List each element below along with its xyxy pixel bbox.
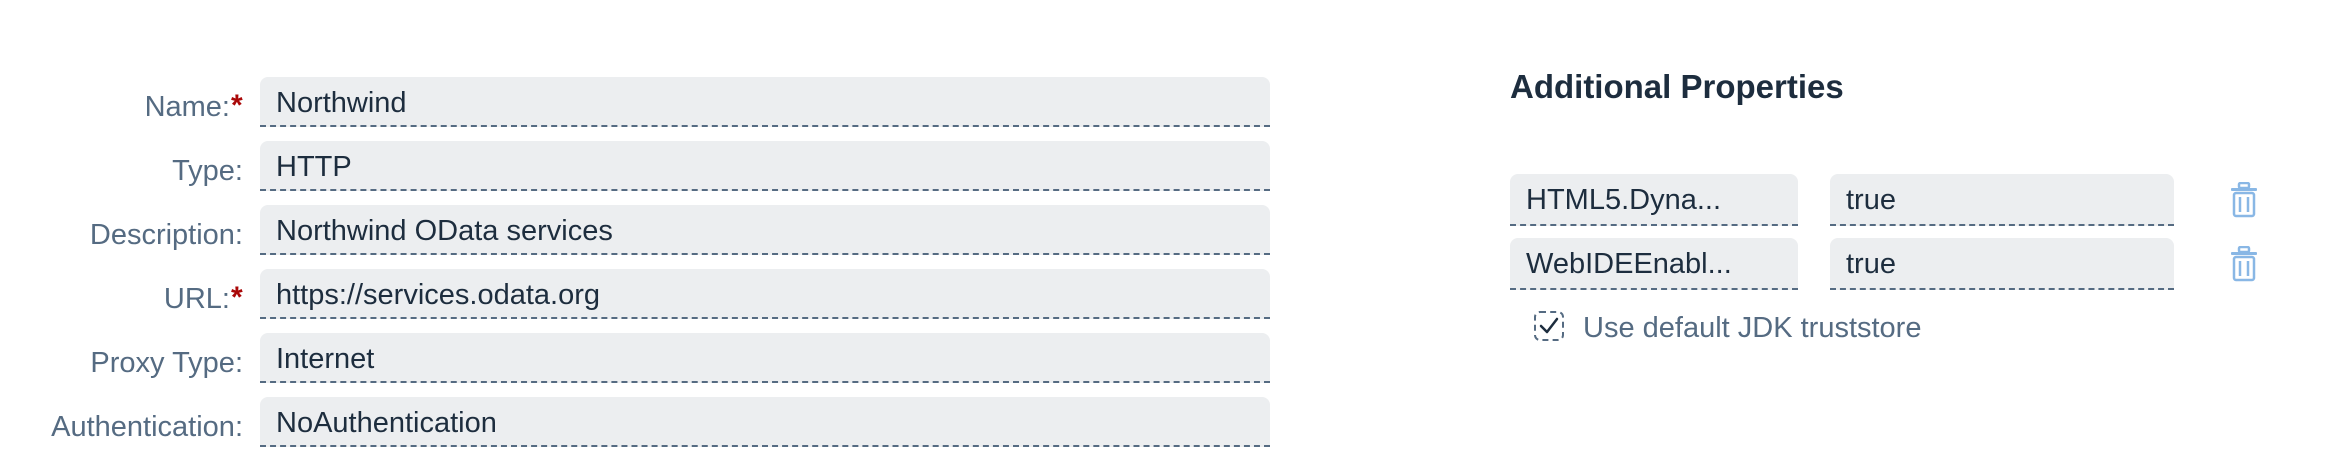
name-label: Name:	[144, 91, 230, 123]
required-marker: *	[231, 89, 243, 122]
proxy-type-select[interactable]: Internet	[260, 333, 1270, 383]
description-label: Description:	[89, 219, 243, 251]
url-input[interactable]: https://services.odata.org	[260, 269, 1270, 319]
form-row-name: Name: * Northwind	[0, 75, 1280, 139]
property-key-input[interactable]: HTML5.Dyna...	[1510, 174, 1798, 226]
required-marker: *	[231, 281, 243, 314]
name-input[interactable]: Northwind	[260, 77, 1270, 127]
form-row-proxy-type: Proxy Type: Internet	[0, 331, 1280, 395]
additional-properties-title: Additional Properties	[1510, 68, 1844, 105]
jdk-truststore-label: Use default JDK truststore	[1583, 312, 1922, 344]
form-row-url: URL: * https://services.odata.org	[0, 267, 1280, 331]
proxy-type-label: Proxy Type:	[90, 347, 243, 379]
property-value-input[interactable]: true	[1830, 238, 2174, 290]
property-row: HTML5.Dyna... true	[1510, 174, 2310, 230]
property-row: WebIDEEnabl... true	[1510, 238, 2310, 294]
checkmark-icon	[1539, 317, 1559, 334]
url-label: URL:	[163, 283, 230, 315]
trash-icon[interactable]	[2228, 181, 2260, 218]
authentication-label: Authentication:	[51, 411, 243, 443]
type-select[interactable]: HTTP	[260, 141, 1270, 191]
description-input[interactable]: Northwind OData services	[260, 205, 1270, 255]
authentication-select[interactable]: NoAuthentication	[260, 397, 1270, 447]
jdk-truststore-checkbox[interactable]	[1534, 311, 1564, 341]
property-value-input[interactable]: true	[1830, 174, 2174, 226]
trash-icon[interactable]	[2228, 245, 2260, 282]
form-row-type: Type: HTTP	[0, 139, 1280, 203]
destination-form: Name: * Northwind Type: HTTP Description…	[0, 75, 1280, 459]
type-label: Type:	[172, 155, 243, 187]
form-row-authentication: Authentication: NoAuthentication	[0, 395, 1280, 459]
form-row-description: Description: Northwind OData services	[0, 203, 1280, 267]
property-key-input[interactable]: WebIDEEnabl...	[1510, 238, 1798, 290]
jdk-truststore-option: Use default JDK truststore	[1524, 309, 2024, 349]
